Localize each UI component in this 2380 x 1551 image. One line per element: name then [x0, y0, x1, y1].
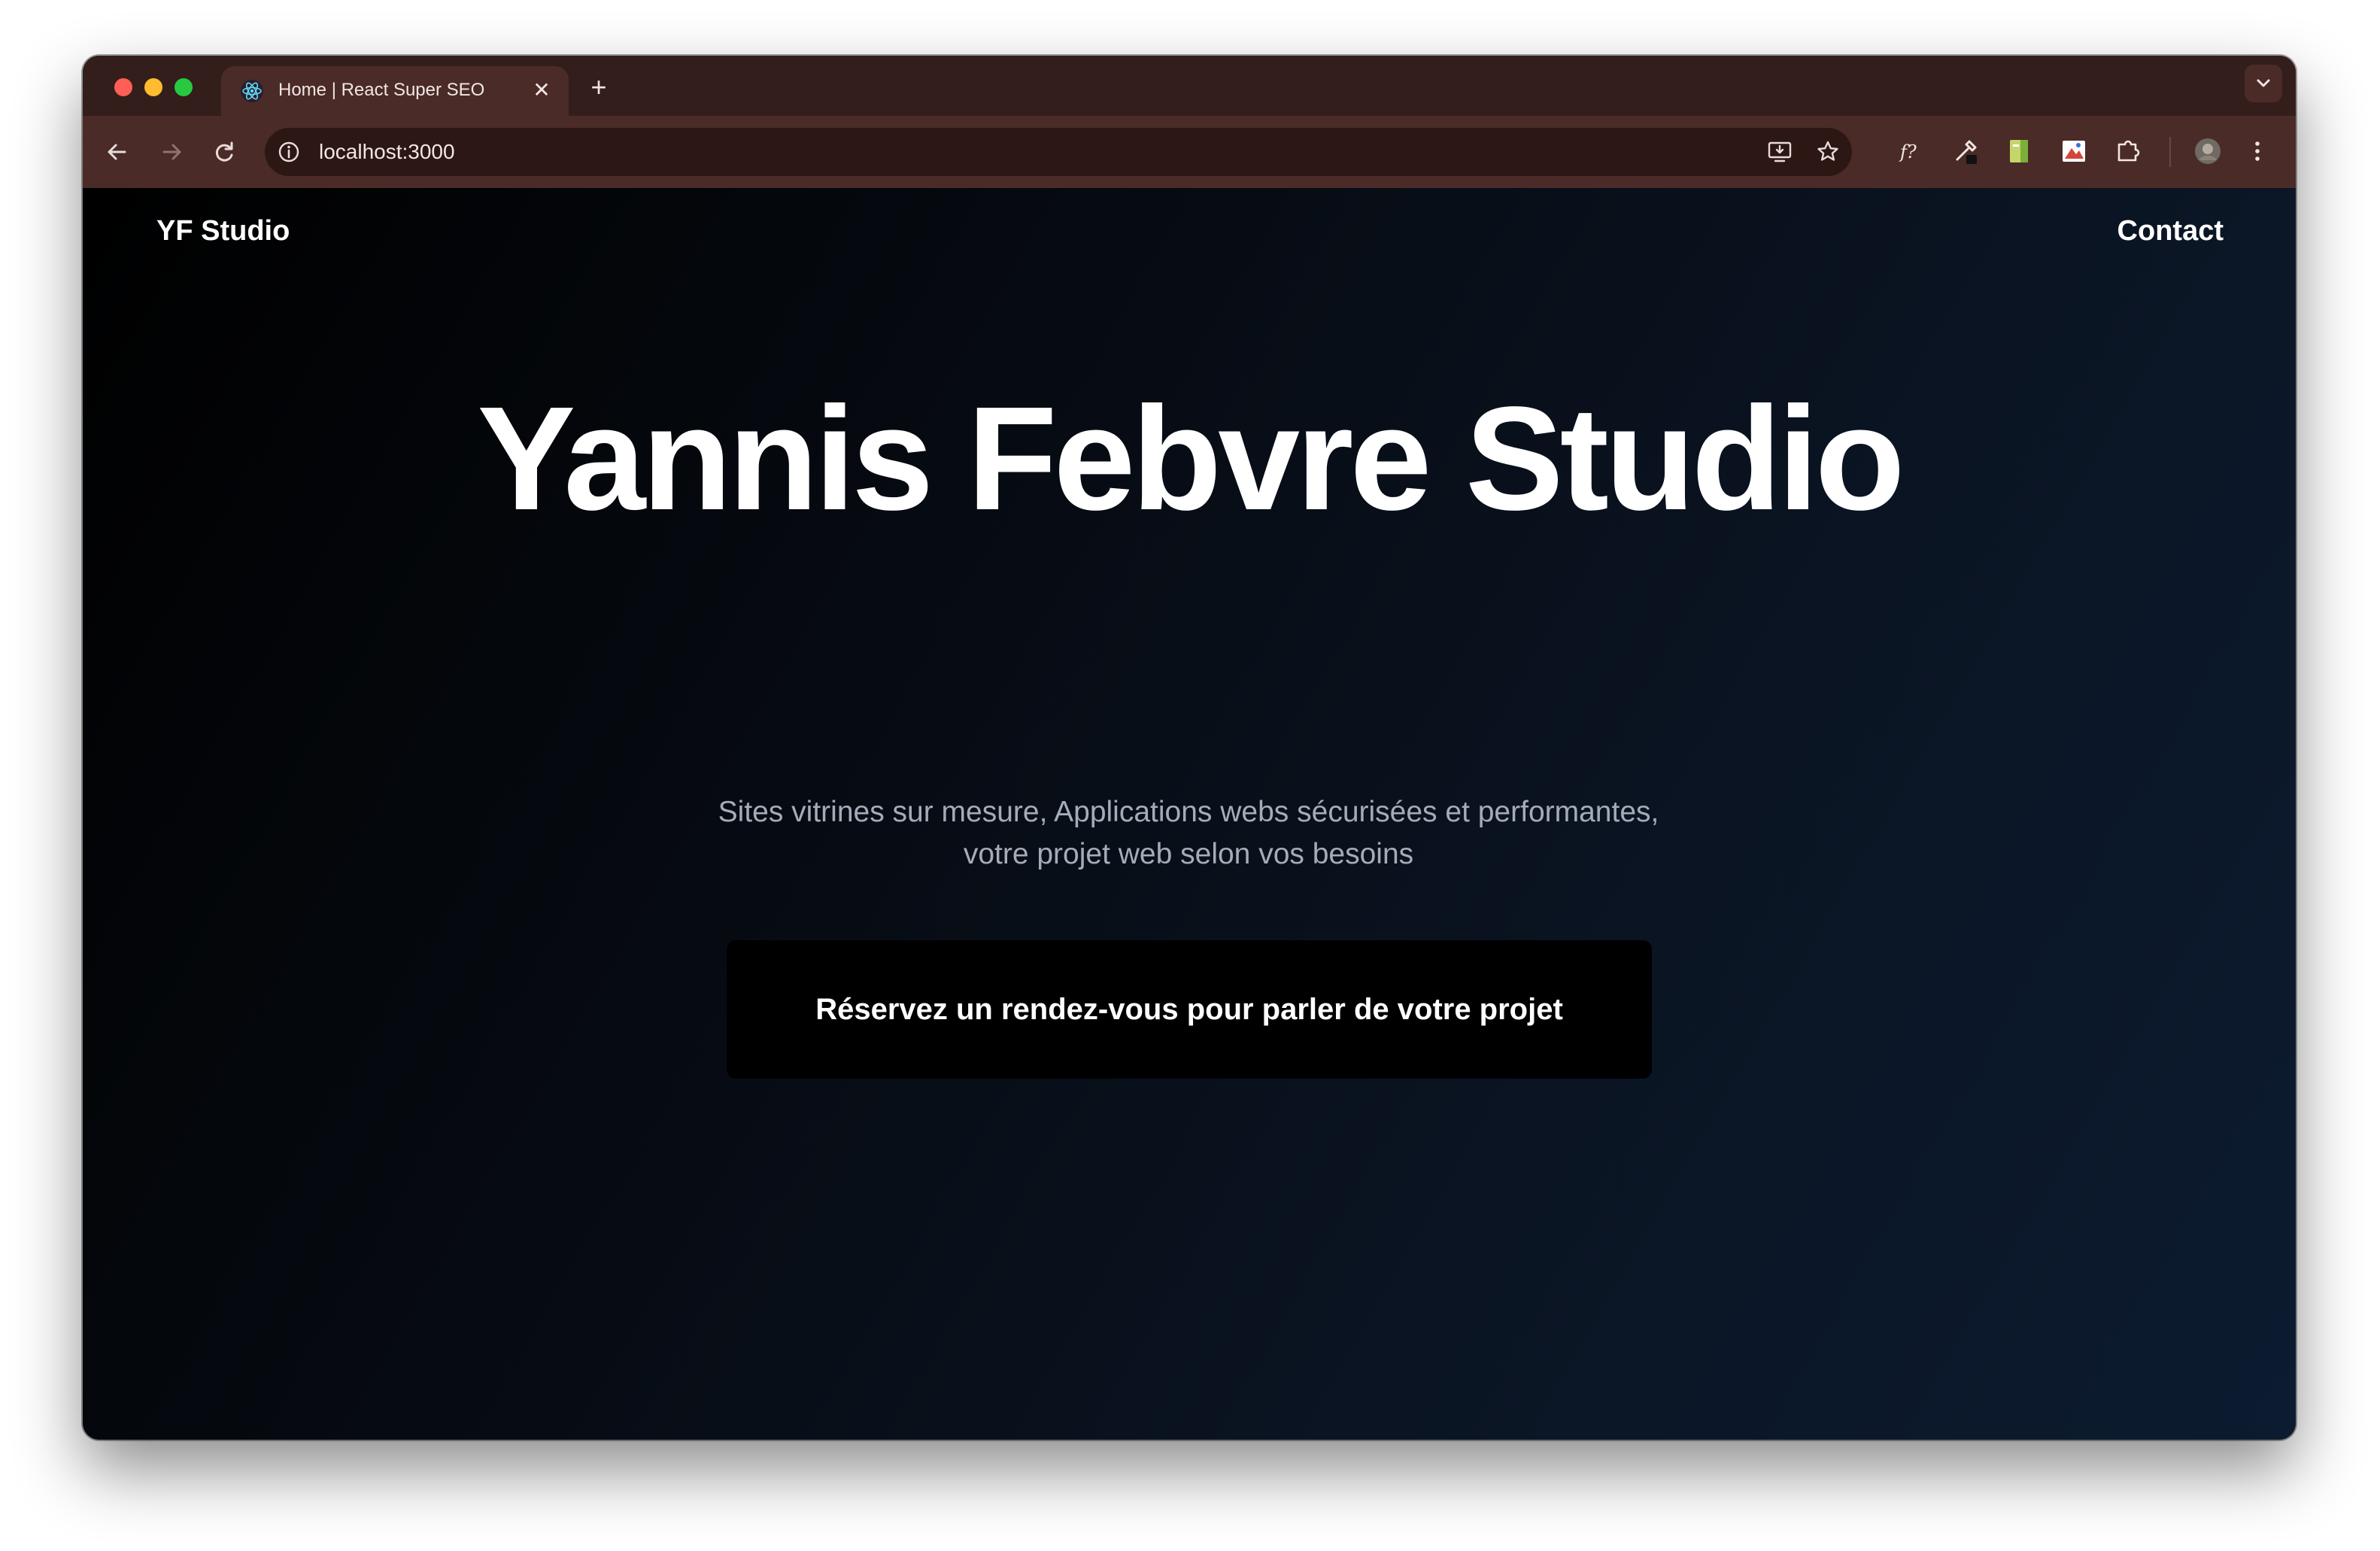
svg-text:f?: f?	[1899, 141, 1917, 162]
hero-subtitle-line-2: votre projet web selon vos besoins	[963, 838, 1414, 870]
tab-title: Home | React Super SEO	[278, 80, 485, 100]
book-appointment-button[interactable]: Réservez un rendez-vous pour parler de v…	[727, 940, 1652, 1079]
tab-home[interactable]: Home | React Super SEO ✕	[221, 66, 569, 116]
install-app-icon[interactable]	[1766, 138, 1793, 165]
toolbar-separator	[2169, 137, 2171, 167]
hero-subtitle-line-1: Sites vitrines sur mesure, Applications …	[718, 796, 1659, 828]
back-icon[interactable]	[99, 134, 135, 170]
tab-search-button[interactable]	[2245, 65, 2282, 102]
contact-nav-link[interactable]: Contact	[2117, 215, 2224, 247]
minimize-window-button[interactable]	[144, 78, 162, 96]
more-menu-icon[interactable]	[2242, 135, 2273, 167]
hero-title: Yannis Febvre Studio	[477, 376, 1905, 541]
formula-extension-icon[interactable]: f?	[1896, 135, 1927, 167]
site-info-icon[interactable]	[275, 138, 302, 165]
zoom-window-button[interactable]	[175, 78, 193, 96]
brand-logo-link[interactable]: YF Studio	[156, 215, 290, 247]
extensions-puzzle-icon[interactable]	[2112, 135, 2144, 167]
notes-extension-icon[interactable]	[2004, 135, 2035, 167]
close-tab-icon[interactable]: ✕	[528, 77, 555, 104]
bookmark-star-icon[interactable]	[1814, 138, 1841, 165]
page-viewport: YF Studio Contact Yannis Febvre Studio S…	[83, 188, 2296, 1440]
hero-subtitle: Sites vitrines sur mesure, Applications …	[459, 791, 1918, 876]
tab-strip: Home | React Super SEO ✕ +	[83, 56, 2296, 116]
profile-avatar[interactable]	[2192, 135, 2224, 167]
react-favicon-icon	[241, 80, 263, 102]
browser-toolbar: localhost:3000 f?	[83, 116, 2296, 190]
forward-icon[interactable]	[153, 134, 190, 170]
new-tab-button[interactable]: +	[584, 72, 614, 102]
close-window-button[interactable]	[114, 78, 132, 96]
address-bar[interactable]: localhost:3000	[265, 128, 1852, 176]
browser-window: Home | React Super SEO ✕ + localhost:300…	[83, 56, 2296, 1440]
url-text: localhost:3000	[319, 140, 455, 163]
chevron-down-icon	[2257, 79, 2270, 87]
reload-icon[interactable]	[206, 134, 242, 170]
eyedropper-extension-icon[interactable]	[1950, 135, 1981, 167]
image-extension-icon[interactable]	[2058, 135, 2090, 167]
